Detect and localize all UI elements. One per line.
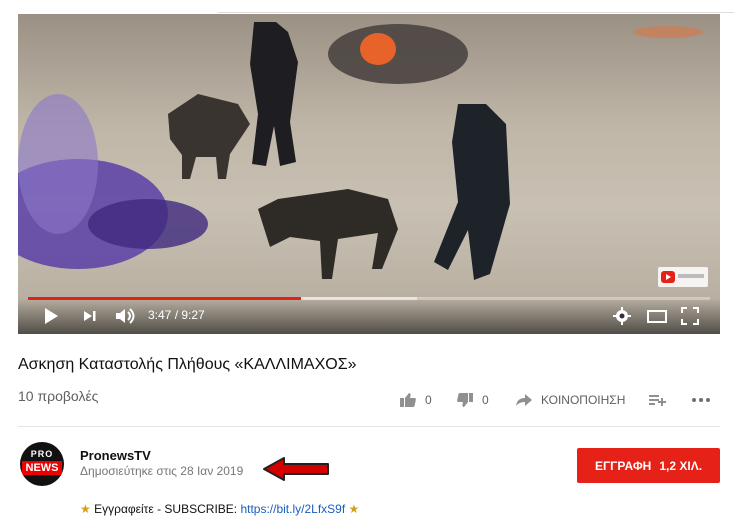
more-actions-button[interactable] bbox=[691, 390, 719, 410]
player-controls: 3:47 / 9:27 bbox=[18, 298, 720, 334]
thumbs-down-icon bbox=[457, 393, 473, 407]
theater-mode-icon[interactable] bbox=[646, 306, 668, 326]
play-triangle-icon bbox=[666, 274, 671, 280]
share-arrow-icon bbox=[516, 394, 532, 406]
subscribe-label: ΕΓΓΡΑΦΗ bbox=[594, 458, 652, 473]
video-player[interactable]: 3:47 / 9:27 bbox=[18, 14, 720, 334]
more-dots-icon bbox=[692, 398, 710, 402]
avatar-logo-top: PRO bbox=[30, 449, 54, 459]
share-label: ΚΟΙΝΟΠΟΙΗΣΗ bbox=[541, 393, 626, 407]
video-frame bbox=[18, 22, 703, 280]
like-count: 0 bbox=[425, 393, 432, 407]
channel-name[interactable]: PronewsTV bbox=[80, 448, 151, 463]
section-divider bbox=[18, 426, 720, 427]
video-title: Ασκηση Καταστολής Πλήθους «ΚΑΛΛΙΜΑΧΟΣ» bbox=[18, 356, 357, 373]
dislike-button[interactable]: 0 bbox=[456, 390, 489, 410]
time-display: 3:47 / 9:27 bbox=[148, 308, 205, 322]
like-button[interactable]: 0 bbox=[399, 390, 432, 410]
youtube-watermark[interactable] bbox=[658, 267, 708, 287]
top-edge bbox=[218, 0, 734, 13]
play-icon[interactable] bbox=[42, 306, 60, 326]
subscriber-count: 1,2 ΧΙΛ. bbox=[659, 458, 703, 473]
subscribe-button[interactable]: ΕΓΓΡΑΦΗ 1,2 ΧΙΛ. bbox=[577, 448, 720, 483]
settings-gear-icon[interactable] bbox=[612, 306, 632, 326]
channel-avatar[interactable]: PRO NEWS bbox=[20, 442, 64, 486]
add-to-playlist-button[interactable] bbox=[648, 390, 674, 410]
dislike-count: 0 bbox=[482, 393, 489, 407]
avatar-logo-bottom: NEWS bbox=[22, 461, 62, 475]
next-icon[interactable] bbox=[82, 306, 98, 326]
thumbs-up-icon bbox=[400, 393, 416, 407]
watermark-text-shape bbox=[678, 274, 704, 278]
view-count: 10 προβολές bbox=[18, 388, 99, 404]
volume-icon[interactable] bbox=[114, 306, 136, 326]
share-button[interactable]: ΚΟΙΝΟΠΟΙΗΣΗ bbox=[515, 390, 625, 410]
red-arrow-annotation-icon bbox=[263, 457, 329, 481]
fullscreen-icon[interactable] bbox=[680, 306, 700, 326]
publish-date: Δημοσιεύτηκε στις 28 Ιαν 2019 bbox=[80, 464, 244, 478]
playlist-add-icon bbox=[649, 395, 666, 406]
